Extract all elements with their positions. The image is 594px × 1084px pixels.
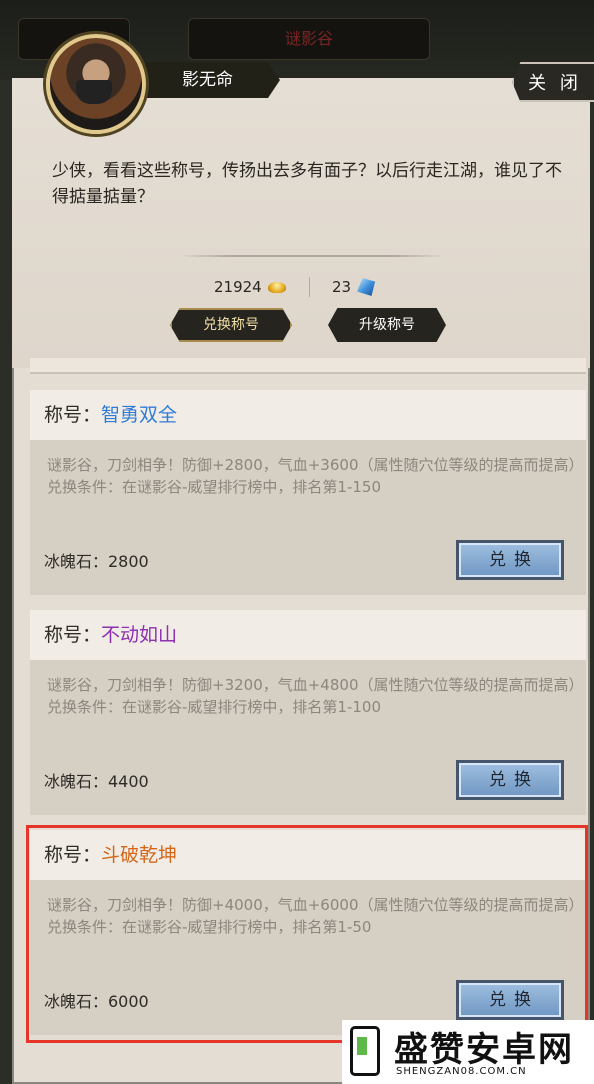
card-effect-text: 谜影谷，刀剑相争！防御+4000，气血+6000（属性随穴位等级的提高而提高） [47,896,584,914]
gem-amount: 23 [332,278,352,296]
card-condition-text: 兑换条件：在谜影谷-威望排行榜中，排名第1-150 [47,478,382,496]
gold-ingot-icon [267,281,286,293]
card-title-label: 称号： [44,404,102,426]
card-effect-text: 谜影谷，刀剑相争！防御+2800，气血+3600（属性随穴位等级的提高而提高） [47,456,584,474]
watermark: 盛赞安卓网 SHENGZAN08.COM.CN [342,1020,594,1084]
card-condition-text: 兑换条件：在谜影谷-威望排行榜中，排名第1-100 [47,698,382,716]
card-header: 称号：斗破乾坤 [30,830,586,880]
card-title-name: 不动如山 [101,624,178,646]
card-cost: 冰魄石：6000 [44,992,149,1011]
background-tab-title: 谜影谷 [188,18,430,60]
card-condition-text: 兑换条件：在谜影谷-威望排行榜中，排名第1-50 [47,918,372,936]
close-button[interactable]: 关 闭 [512,62,594,102]
upgrade-title-tab[interactable]: 升级称号 [328,308,446,342]
title-card: 称号：斗破乾坤 谜影谷，刀剑相争！防御+4000，气血+6000（属性随穴位等级… [30,830,586,1035]
exchange-title-tab[interactable]: 兑换称号 [170,308,292,342]
watermark-title: 盛赞安卓网 [394,1030,574,1070]
card-cost: 冰魄石：4400 [44,772,149,791]
npc-avatar [46,34,146,134]
npc-dialog-text: 少侠，看看这些称号，传扬出去多有面子？以后行走江湖，谁见了不得掂量掂量？ [52,161,562,207]
card-title-label: 称号： [44,844,102,866]
card-title-name: 智勇双全 [101,404,178,426]
avatar-mask [76,80,112,104]
ornament-divider [178,255,446,257]
card-header: 称号：不动如山 [30,610,586,660]
card-description: 谜影谷，刀剑相争！防御+3200，气血+4800（属性随穴位等级的提高而提高） … [47,674,584,718]
watermark-url: SHENGZAN08.COM.CN [396,1066,527,1077]
card-title-label: 称号： [44,624,102,646]
npc-name: 影无命 [130,62,280,98]
exchange-button[interactable]: 兑换 [456,540,564,580]
ice-crystal-icon [357,278,376,296]
card-effect-text: 谜影谷，刀剑相争！防御+3200，气血+4800（属性随穴位等级的提高而提高） [47,676,584,694]
card-description: 谜影谷，刀剑相争！防御+4000，气血+6000（属性随穴位等级的提高而提高） … [47,894,584,938]
exchange-button[interactable]: 兑换 [456,760,564,800]
card-description: 谜影谷，刀剑相争！防御+2800，气血+3600（属性随穴位等级的提高而提高） … [47,454,584,498]
previous-card-edge [30,358,586,374]
exchange-button[interactable]: 兑换 [456,980,564,1020]
card-title-name: 斗破乾坤 [101,844,178,866]
gold-amount: 21924 [214,278,262,296]
title-card: 称号：不动如山 谜影谷，刀剑相争！防御+3200，气血+4800（属性随穴位等级… [30,610,586,815]
gem-currency: 23 [332,277,376,297]
card-header: 称号：智勇双全 [30,390,586,440]
gold-currency: 21924 [214,277,286,297]
title-card: 称号：智勇双全 谜影谷，刀剑相争！防御+2800，气血+3600（属性随穴位等级… [30,390,586,595]
currency-separator [309,277,310,297]
card-cost: 冰魄石：2800 [44,552,149,571]
phone-logo-icon [350,1026,380,1076]
